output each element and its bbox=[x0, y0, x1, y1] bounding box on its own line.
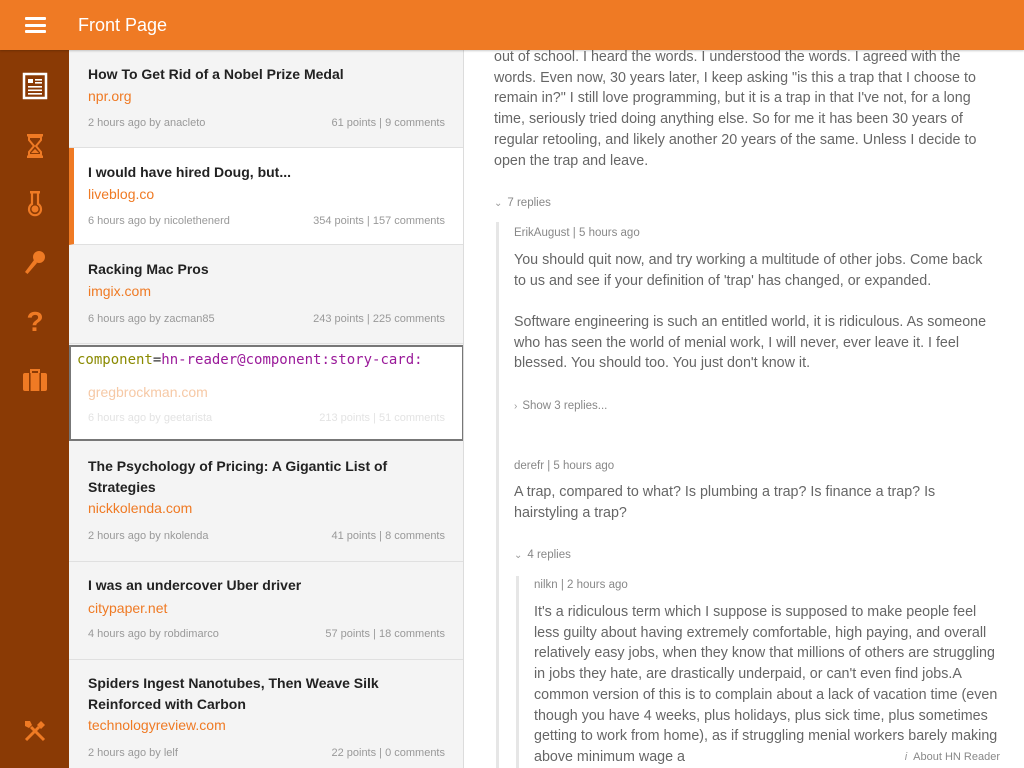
story-domain[interactable]: technologyreview.com bbox=[88, 717, 226, 733]
sidebar-item-help[interactable]: ? bbox=[17, 303, 53, 339]
page-title: Front Page bbox=[78, 14, 168, 35]
story-domain[interactable]: npr.org bbox=[88, 88, 132, 104]
story-domain[interactable]: nickkolenda.com bbox=[88, 500, 192, 516]
menu-button[interactable] bbox=[0, 0, 70, 50]
thread-line bbox=[496, 222, 499, 768]
comment-author[interactable]: nilkn | 2 hours ago bbox=[534, 579, 628, 591]
comments-pane: out of school. I heard the words. I unde… bbox=[465, 50, 1024, 768]
info-icon: i bbox=[904, 751, 908, 763]
story-age: 2 hours ago by lelf bbox=[88, 747, 178, 759]
comment-text: It's a ridiculous term which I suppose i… bbox=[534, 604, 998, 765]
chevron-right-icon: › bbox=[514, 400, 518, 412]
story-card[interactable]: I was an undercover Uber driver citypape… bbox=[69, 562, 463, 660]
chevron-down-icon: ⌄ bbox=[514, 549, 523, 561]
comment-text: Software engineering is such an entitled… bbox=[514, 314, 987, 372]
story-list: How To Get Rid of a Nobel Prize Medal np… bbox=[69, 50, 464, 768]
thread-line bbox=[516, 576, 519, 768]
question-icon: ? bbox=[26, 306, 43, 336]
comment-text: out of school. I heard the words. I unde… bbox=[494, 50, 977, 169]
story-stats: 57 points | 18 comments bbox=[325, 628, 445, 640]
newspaper-icon bbox=[22, 72, 48, 100]
story-card[interactable]: How To Get Rid of a Nobel Prize Medal np… bbox=[69, 50, 463, 148]
comment-author[interactable]: derefr | 5 hours ago bbox=[514, 460, 614, 472]
story-domain[interactable]: citypaper.net bbox=[88, 600, 167, 616]
story-domain[interactable]: imgix.com bbox=[88, 283, 151, 299]
microphone-icon bbox=[25, 251, 45, 274]
story-stats: 41 points | 8 comments bbox=[331, 530, 445, 542]
story-title: Racking Mac Pros bbox=[88, 261, 209, 277]
story-domain[interactable]: liveblog.co bbox=[88, 186, 154, 202]
sidebar-settings[interactable] bbox=[17, 713, 53, 749]
component-debug-overlay: component=hn-reader@component:story-card… bbox=[77, 352, 423, 368]
flask-icon bbox=[27, 191, 43, 217]
sidebar: ? bbox=[0, 50, 69, 768]
story-stats: 61 points | 9 comments bbox=[331, 117, 445, 129]
about-button[interactable]: i About HN Reader bbox=[898, 749, 1006, 765]
story-card[interactable]: Spiders Ingest Nanotubes, Then Weave Sil… bbox=[69, 660, 463, 768]
story-domain[interactable]: gregbrockman.com bbox=[88, 384, 208, 400]
story-stats: 213 points | 51 comments bbox=[319, 412, 445, 424]
comment-author[interactable]: ErikAugust | 5 hours ago bbox=[514, 227, 640, 239]
story-card[interactable]: Racking Mac Pros imgix.com 6 hours ago b… bbox=[69, 245, 463, 344]
story-age: 4 hours ago by robdimarco bbox=[88, 628, 219, 640]
sidebar-item-show[interactable] bbox=[17, 185, 53, 221]
story-age: 2 hours ago by nkolenda bbox=[88, 530, 209, 542]
comment-text: A trap, compared to what? Is plumbing a … bbox=[514, 484, 936, 521]
story-age: 6 hours ago by geetarista bbox=[88, 412, 213, 424]
story-title: Spiders Ingest Nanotubes, Then Weave Sil… bbox=[88, 675, 379, 712]
story-stats: 22 points | 0 comments bbox=[331, 747, 445, 759]
replies-toggle[interactable]: ⌄ 7 replies bbox=[494, 197, 551, 209]
story-title: I would have hired Doug, but... bbox=[88, 164, 291, 180]
story-age: 6 hours ago by nicolethenerd bbox=[88, 215, 230, 227]
story-title: I was an undercover Uber driver bbox=[88, 577, 302, 593]
story-age: 6 hours ago by zacman85 bbox=[88, 313, 215, 325]
sidebar-item-front-page[interactable] bbox=[17, 68, 53, 104]
show-replies-button[interactable]: › Show 3 replies... bbox=[514, 400, 607, 412]
chevron-down-icon: ⌄ bbox=[494, 197, 503, 209]
sidebar-item-jobs[interactable] bbox=[17, 362, 53, 398]
story-card[interactable]: The Psychology of Pricing: A Gigantic Li… bbox=[69, 441, 463, 562]
svg-text:?: ? bbox=[26, 306, 43, 336]
story-card[interactable]: component=hn-reader@component:story-card… bbox=[69, 345, 463, 441]
replies-toggle[interactable]: ⌄ 4 replies bbox=[514, 549, 571, 561]
story-title: The Psychology of Pricing: A Gigantic Li… bbox=[88, 458, 388, 495]
story-title: How To Get Rid of a Nobel Prize Medal bbox=[88, 66, 344, 82]
story-card[interactable]: I would have hired Doug, but... liveblog… bbox=[69, 148, 463, 245]
hamburger-icon bbox=[24, 17, 46, 33]
app-header: Front Page bbox=[0, 0, 1024, 50]
story-age: 2 hours ago by anacleto bbox=[88, 117, 206, 129]
sidebar-item-newest[interactable] bbox=[17, 128, 53, 164]
story-stats: 354 points | 157 comments bbox=[313, 215, 445, 227]
hourglass-icon bbox=[27, 134, 43, 158]
story-stats: 243 points | 225 comments bbox=[313, 313, 445, 325]
briefcase-icon bbox=[23, 369, 47, 391]
comment-text: You should quit now, and try working a m… bbox=[514, 252, 983, 289]
sidebar-item-ask[interactable] bbox=[17, 244, 53, 280]
tools-icon bbox=[24, 721, 46, 742]
